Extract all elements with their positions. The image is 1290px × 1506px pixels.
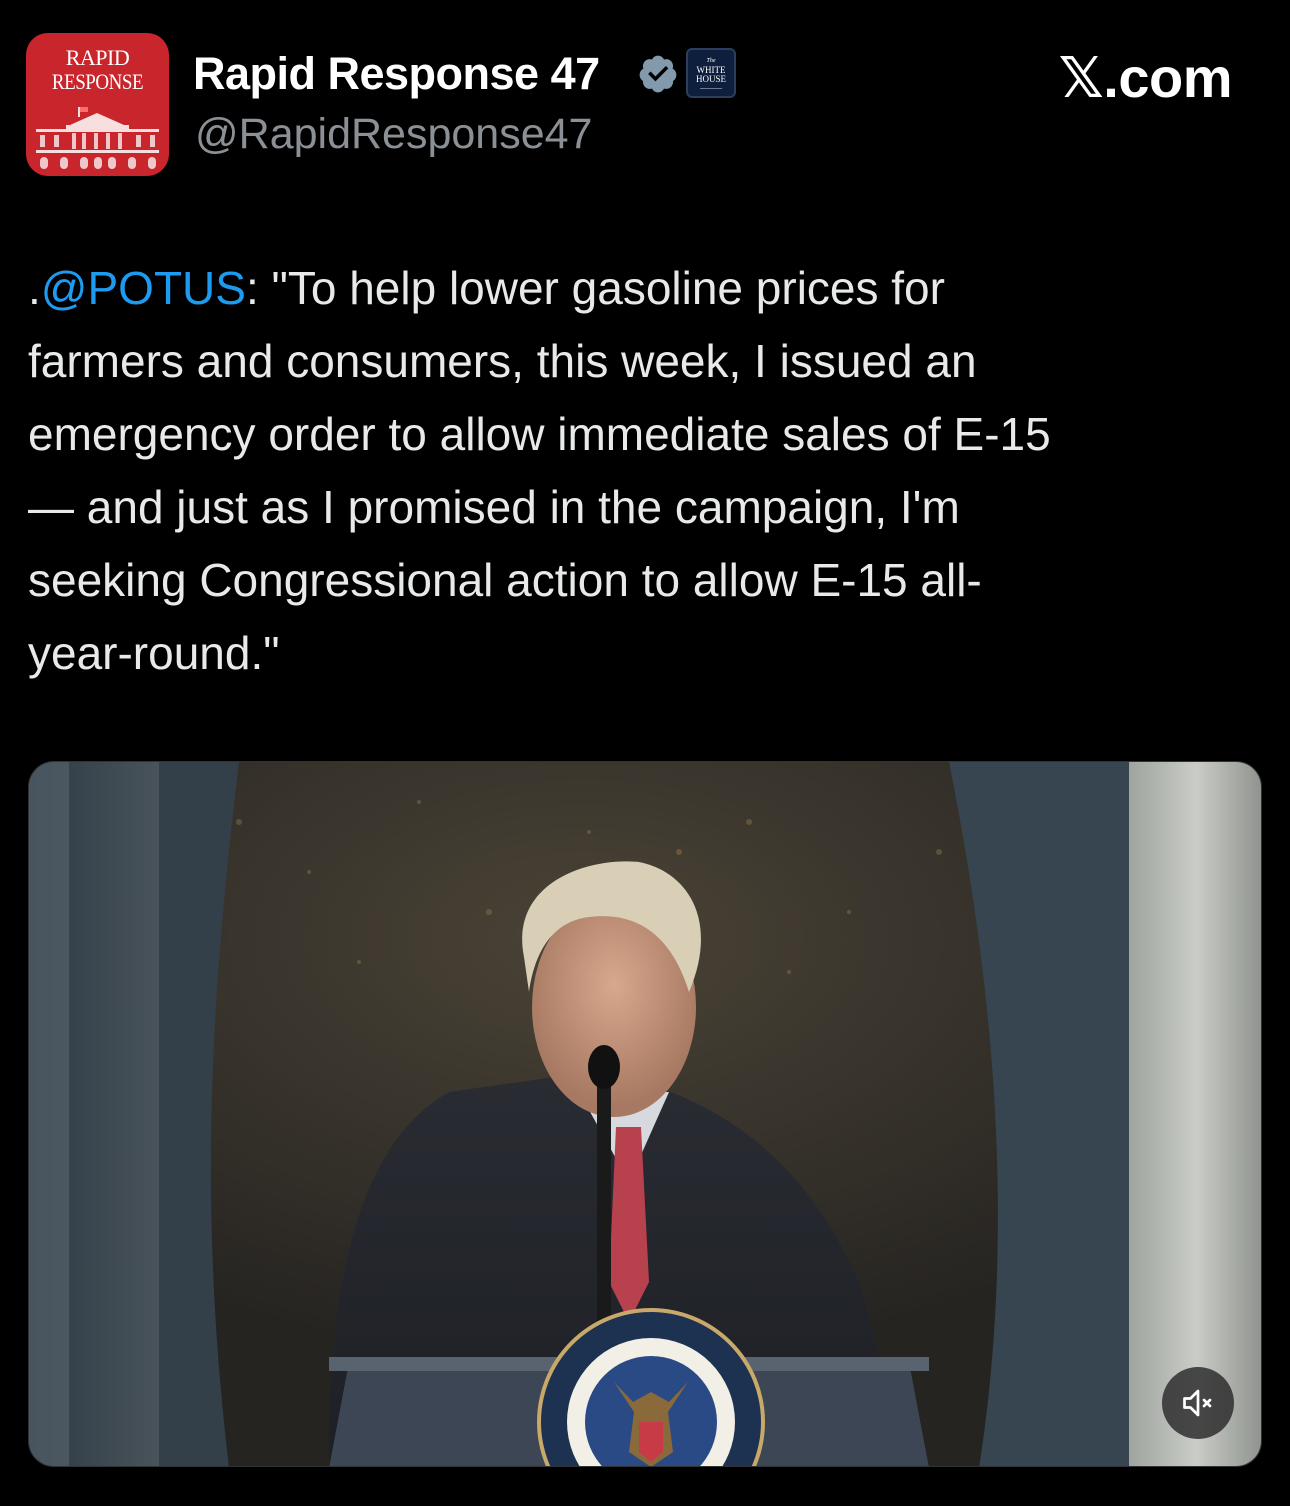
display-name[interactable]: Rapid Response 47 bbox=[193, 48, 600, 100]
avatar[interactable]: RAPID RESPONSE bbox=[26, 33, 169, 176]
tweet-text: .@POTUS: "To help lower gasoline prices … bbox=[28, 252, 1268, 690]
white-house-affiliation-icon[interactable]: The WHITE HOUSE bbox=[686, 48, 736, 98]
site-label: 𝕏.com bbox=[1058, 46, 1233, 109]
white-house-illustration bbox=[36, 107, 159, 169]
account-handle[interactable]: @RapidResponse47 bbox=[195, 110, 592, 159]
avatar-wordmark-line2: RESPONSE bbox=[51, 69, 144, 94]
mention-link[interactable]: @POTUS bbox=[41, 262, 246, 314]
affiliation-line3: HOUSE bbox=[695, 74, 726, 84]
affiliation-rule bbox=[700, 88, 722, 89]
tweet-body: : "To help lower gasoline prices for far… bbox=[28, 262, 1051, 679]
affiliation-line1: The bbox=[706, 58, 716, 64]
mute-toggle-button[interactable] bbox=[1162, 1367, 1234, 1439]
video-player[interactable] bbox=[28, 761, 1262, 1467]
speaker-muted-icon bbox=[1183, 1389, 1212, 1417]
verified-badge-icon bbox=[639, 55, 677, 93]
avatar-wordmark-line1: RAPID bbox=[65, 45, 130, 70]
video-frame bbox=[29, 762, 1261, 1466]
tweet-header: RAPID RESPONSE Rapid Response 47 The WHI… bbox=[0, 0, 1290, 200]
mention-prefix: . bbox=[28, 262, 41, 314]
